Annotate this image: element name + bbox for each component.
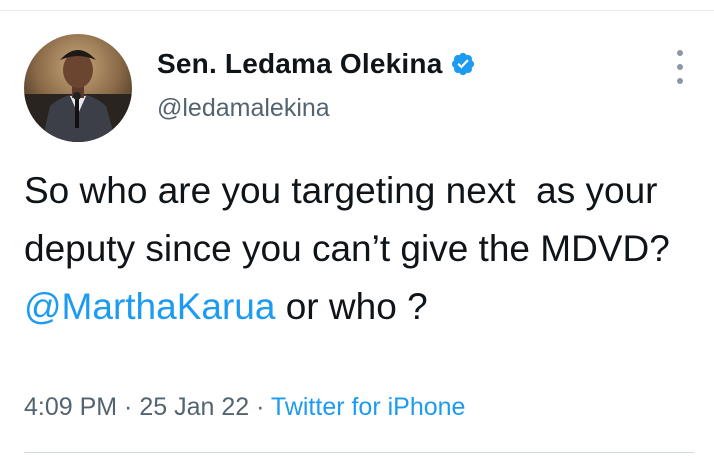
tweet-meta: 4:09 PM · 25 Jan 22 · Twitter for iPhone: [24, 393, 465, 422]
meta-separator: ·: [249, 393, 271, 421]
author-display-name[interactable]: Sen. Ledama Olekina: [157, 48, 442, 80]
tweet-date[interactable]: 25 Jan 22: [139, 393, 249, 421]
author-handle[interactable]: @ledamalekina: [157, 94, 330, 123]
mention-link[interactable]: @MarthaKarua: [24, 286, 275, 327]
tweet-time[interactable]: 4:09 PM: [24, 393, 117, 421]
bottom-divider: [24, 452, 694, 453]
tweet-source-link[interactable]: Twitter for iPhone: [271, 393, 466, 421]
tweet-text-part: or who ?: [275, 286, 428, 327]
more-dot: [677, 64, 683, 70]
more-dot: [677, 78, 683, 84]
avatar-image: [24, 34, 132, 142]
tweet-text: So who are you targeting next as your de…: [24, 162, 694, 336]
meta-separator: ·: [117, 393, 140, 421]
author-name-row: Sen. Ledama Olekina: [157, 48, 476, 80]
verified-badge-icon: [452, 52, 475, 76]
tweet-text-part: So who are you targeting next as your de…: [24, 170, 681, 269]
avatar[interactable]: [24, 34, 132, 142]
more-dot: [677, 50, 683, 56]
more-vertical-icon[interactable]: [668, 50, 692, 84]
top-divider: [0, 0, 714, 11]
